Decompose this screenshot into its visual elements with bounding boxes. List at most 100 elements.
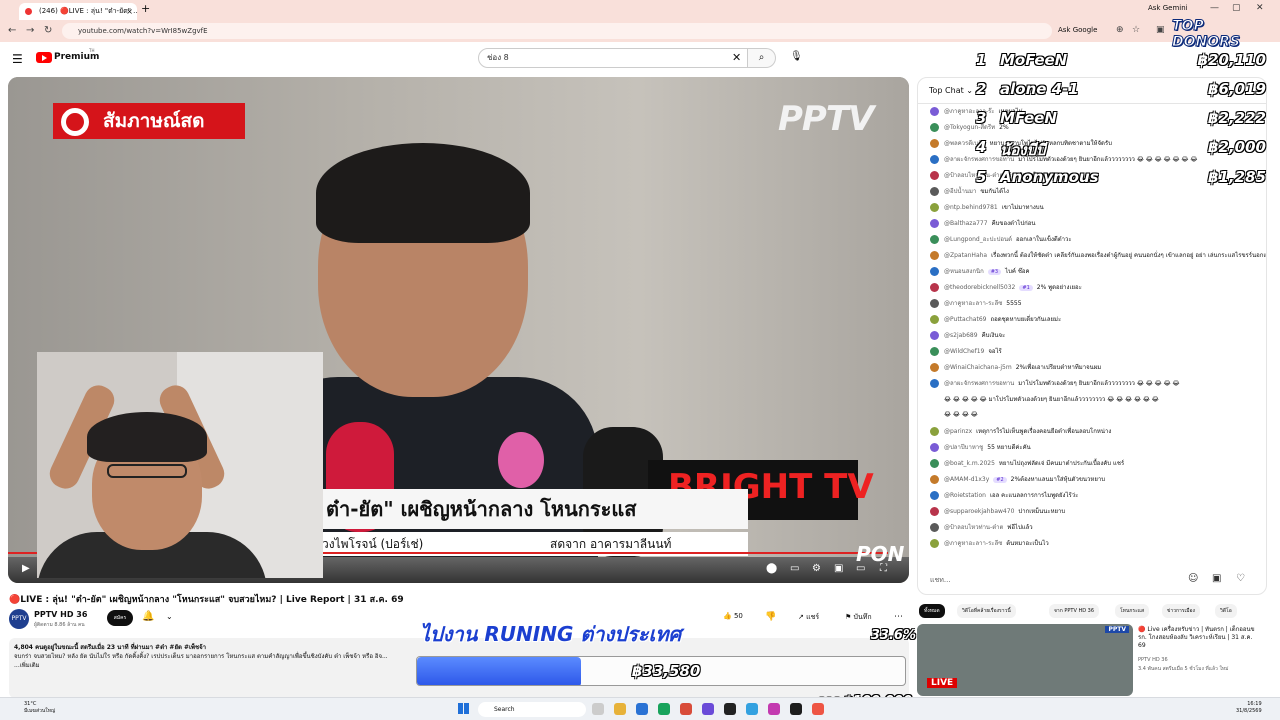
chat-avatar[interactable] bbox=[930, 347, 939, 356]
app-icon[interactable] bbox=[768, 703, 780, 715]
chat-author[interactable]: @theodorebicknell5032 bbox=[944, 284, 1015, 291]
channel-name[interactable]: PPTV HD 36 bbox=[34, 610, 87, 619]
chat-author[interactable]: @s2jab689 bbox=[944, 332, 978, 339]
super-chat-icon[interactable]: ▣ bbox=[1212, 573, 1221, 584]
chrome-icon[interactable] bbox=[812, 703, 824, 715]
new-tab-button[interactable]: + bbox=[141, 2, 150, 15]
chat-author[interactable]: @supparoekjahbaw470 bbox=[944, 508, 1014, 515]
chat-avatar[interactable] bbox=[930, 331, 939, 340]
chat-author[interactable]: @Puttachat69 bbox=[944, 316, 986, 323]
chat-avatar[interactable] bbox=[930, 443, 939, 452]
reload-icon[interactable]: ↻ bbox=[44, 25, 52, 36]
minimize-icon[interactable]: — bbox=[1210, 3, 1219, 13]
chat-author[interactable]: @WinaiChaichana-j5m bbox=[944, 364, 1012, 371]
chat-author[interactable]: @ปลาปีบาหาชู bbox=[944, 444, 983, 451]
close-window-icon[interactable]: ✕ bbox=[1256, 3, 1264, 13]
telegram-icon[interactable] bbox=[746, 703, 758, 715]
task-view-icon[interactable] bbox=[592, 703, 604, 715]
search-button[interactable]: ⌕ bbox=[748, 48, 776, 68]
top-chat-dropdown[interactable]: Top Chat ⌄ bbox=[929, 86, 973, 95]
microphone-icon[interactable]: 🎙 bbox=[790, 51, 803, 62]
heart-icon[interactable]: ♡ bbox=[1236, 573, 1245, 584]
chat-author[interactable]: @ZpatanHaha bbox=[944, 252, 987, 259]
chat-avatar[interactable] bbox=[930, 363, 939, 372]
file-explorer-icon[interactable] bbox=[614, 703, 626, 715]
discord-icon[interactable] bbox=[702, 703, 714, 715]
chat-avatar[interactable] bbox=[930, 251, 939, 260]
chat-avatar[interactable] bbox=[930, 139, 939, 148]
subscribe-button[interactable]: สมัคร bbox=[107, 610, 133, 626]
chat-author[interactable]: @Balthaza777 bbox=[944, 220, 988, 227]
chat-author[interactable]: @Roietstation bbox=[944, 492, 986, 499]
taskbar-search[interactable]: Search bbox=[478, 702, 586, 717]
chat-input[interactable]: แชท... bbox=[930, 575, 951, 586]
youtube-logo-icon[interactable] bbox=[36, 52, 52, 63]
windows-start-icon[interactable] bbox=[458, 703, 469, 714]
chat-avatar[interactable] bbox=[930, 459, 939, 468]
subtitles-icon[interactable]: ▭ bbox=[790, 563, 799, 574]
forward-icon[interactable]: → bbox=[26, 25, 34, 36]
chat-avatar[interactable] bbox=[930, 427, 939, 436]
search-input[interactable]: ช่อง 8 bbox=[478, 48, 748, 68]
edge-icon[interactable] bbox=[636, 703, 648, 715]
menu-icon[interactable]: ☰ bbox=[12, 52, 23, 66]
weather-widget[interactable]: 31°C มีเมฆส่วนใหญ่ bbox=[24, 701, 55, 715]
close-tab-icon[interactable]: × bbox=[126, 3, 133, 20]
chat-avatar[interactable] bbox=[930, 203, 939, 212]
chat-avatar[interactable] bbox=[930, 107, 939, 116]
chat-avatar[interactable] bbox=[930, 123, 939, 132]
recommended-channel[interactable]: PPTV HD 36 bbox=[1138, 657, 1168, 663]
chat-avatar[interactable] bbox=[930, 235, 939, 244]
chat-author[interactable]: @ภาคูหาอะลาา-ระลีซ bbox=[944, 300, 1002, 307]
chat-avatar[interactable] bbox=[930, 491, 939, 500]
chevron-down-icon[interactable]: ⌄ bbox=[166, 612, 173, 621]
miniplayer-icon[interactable]: ▣ bbox=[834, 563, 843, 574]
chat-avatar[interactable] bbox=[930, 523, 939, 532]
filter-chip[interactable]: ทั้งหมด bbox=[919, 604, 945, 618]
chat-author[interactable]: @WildChef19 bbox=[944, 348, 984, 355]
browser-tab[interactable]: (246) 🔴LIVE : ลุ่น! "ต๋า-ยัต" ... × bbox=[19, 3, 137, 20]
emoji-icon[interactable]: ☺ bbox=[1188, 573, 1198, 584]
filter-chip[interactable]: ข่าวการเมือง bbox=[1162, 604, 1201, 618]
chat-avatar[interactable] bbox=[930, 155, 939, 164]
settings-gear-icon[interactable]: ⚙ bbox=[812, 563, 821, 574]
chat-author[interactable]: @Lungpond_อะปะปอนด์ bbox=[944, 236, 1012, 243]
obs-icon[interactable] bbox=[724, 703, 736, 715]
url-field[interactable]: youtube.com/watch?v=WrI85wZgvfE bbox=[62, 23, 1052, 39]
chat-avatar[interactable] bbox=[930, 315, 939, 324]
chat-avatar[interactable] bbox=[930, 507, 939, 516]
chat-author[interactable]: @ลาผะจักรพงศการขอทาน bbox=[944, 380, 1014, 387]
chat-avatar[interactable] bbox=[930, 379, 939, 388]
back-icon[interactable]: ← bbox=[8, 25, 16, 36]
system-clock[interactable]: 16:19 31/8/2569 bbox=[1236, 701, 1262, 715]
chat-avatar[interactable] bbox=[930, 267, 939, 276]
clear-search-icon[interactable]: ✕ bbox=[732, 51, 741, 64]
show-more-link[interactable]: ...เพิ่มเติม bbox=[14, 660, 40, 670]
chat-author[interactable]: @parinzx bbox=[944, 428, 972, 435]
chrome-icon[interactable] bbox=[680, 703, 692, 715]
chat-author[interactable]: @AMAM-d1x3y bbox=[944, 476, 989, 483]
chat-avatar[interactable] bbox=[930, 219, 939, 228]
chat-avatar[interactable] bbox=[930, 171, 939, 180]
filter-chip[interactable]: โหนกระแส bbox=[1115, 604, 1150, 618]
recommended-thumbnail[interactable]: PPTV LIVE bbox=[917, 624, 1133, 696]
notification-bell-icon[interactable]: 🔔 bbox=[142, 611, 154, 622]
filter-chip[interactable]: จาก PPTV HD 36 bbox=[1049, 604, 1100, 618]
play-icon[interactable]: ▶ bbox=[22, 563, 30, 574]
maximize-icon[interactable]: ▢ bbox=[1232, 3, 1241, 13]
app-icon[interactable] bbox=[658, 703, 670, 715]
chat-avatar[interactable] bbox=[930, 283, 939, 292]
chat-author[interactable]: @ภาคูหาอะลาา-ระลีซ bbox=[944, 540, 1002, 547]
chat-avatar[interactable] bbox=[930, 299, 939, 308]
chat-avatar[interactable] bbox=[930, 475, 939, 484]
chat-avatar[interactable] bbox=[930, 187, 939, 196]
capcut-icon[interactable] bbox=[790, 703, 802, 715]
chat-author[interactable]: @ป้าลอบไหวท่าน-ต๋าต bbox=[944, 524, 1003, 531]
chat-author[interactable]: @ntp.behind9781 bbox=[944, 204, 998, 211]
filter-chip[interactable]: วิดีโอที่คล้ายเรื่องราวนี้ bbox=[957, 604, 1016, 618]
recommended-title[interactable]: 🔴 Live เครื่องหรับข่าว | ทันตรก | เด็กออ… bbox=[1138, 626, 1258, 650]
chat-author[interactable]: @boat_k.m.2025 bbox=[944, 460, 995, 467]
ask-gemini-button[interactable]: Ask Gemini bbox=[1148, 4, 1188, 12]
chat-author[interactable]: @หนอนสงกนิก bbox=[944, 268, 984, 275]
chat-avatar[interactable] bbox=[930, 539, 939, 548]
